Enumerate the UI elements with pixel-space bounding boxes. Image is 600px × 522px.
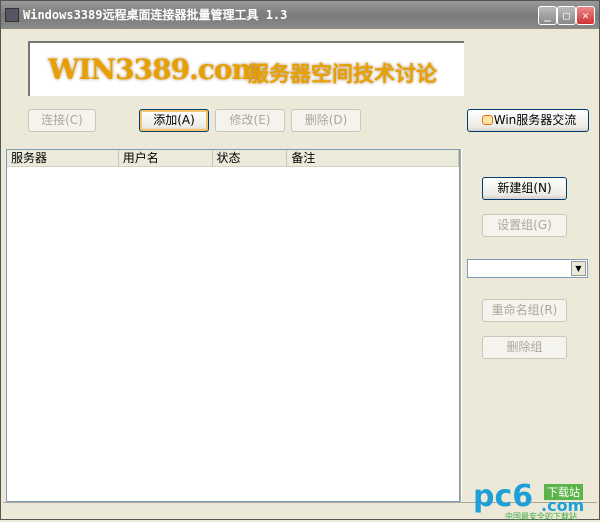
- minimize-button[interactable]: _: [538, 6, 557, 25]
- chat-bubble-icon: [482, 115, 493, 125]
- server-list[interactable]: 服务器 用户名 状态 备注: [6, 149, 460, 502]
- banner-slogan: 服务器空间技术讨论: [248, 62, 437, 86]
- app-window: Windows3389远程桌面连接器批量管理工具 1.3 _ □ ✕ WIN33…: [0, 0, 600, 521]
- forum-button-label: Win服务器交流: [493, 113, 577, 127]
- column-status[interactable]: 状态: [213, 150, 288, 166]
- chevron-down-icon[interactable]: ▼: [571, 261, 586, 276]
- watermark-logo: pc6: [473, 479, 534, 514]
- close-button[interactable]: ✕: [576, 6, 595, 25]
- column-notes[interactable]: 备注: [287, 150, 459, 166]
- maximize-button[interactable]: □: [557, 6, 576, 25]
- title-bar: Windows3389远程桌面连接器批量管理工具 1.3 _ □ ✕: [1, 1, 599, 29]
- window-title: Windows3389远程桌面连接器批量管理工具 1.3: [23, 8, 288, 22]
- group-settings-button[interactable]: 设置组(G): [482, 214, 567, 237]
- column-username[interactable]: 用户名: [119, 150, 213, 166]
- add-button[interactable]: 添加(A): [139, 109, 209, 132]
- list-header: 服务器 用户名 状态 备注: [7, 150, 459, 167]
- delete-group-button[interactable]: 删除组: [482, 336, 567, 359]
- edit-button[interactable]: 修改(E): [215, 109, 285, 132]
- delete-button[interactable]: 删除(D): [291, 109, 361, 132]
- rename-group-button[interactable]: 重命名组(R): [482, 299, 567, 322]
- connect-button[interactable]: 连接(C): [28, 109, 96, 132]
- new-group-button[interactable]: 新建组(N): [482, 177, 567, 200]
- banner[interactable]: WIN3389.com 服务器空间技术讨论: [28, 41, 464, 96]
- app-icon: [5, 8, 19, 22]
- divider: [460, 149, 462, 502]
- group-select[interactable]: ▼: [467, 259, 588, 278]
- watermark-sub: 中国最安全的下载站: [505, 512, 577, 521]
- banner-brand: WIN3389.com: [48, 53, 261, 86]
- forum-button[interactable]: Win服务器交流: [467, 109, 589, 132]
- column-server[interactable]: 服务器: [7, 150, 119, 166]
